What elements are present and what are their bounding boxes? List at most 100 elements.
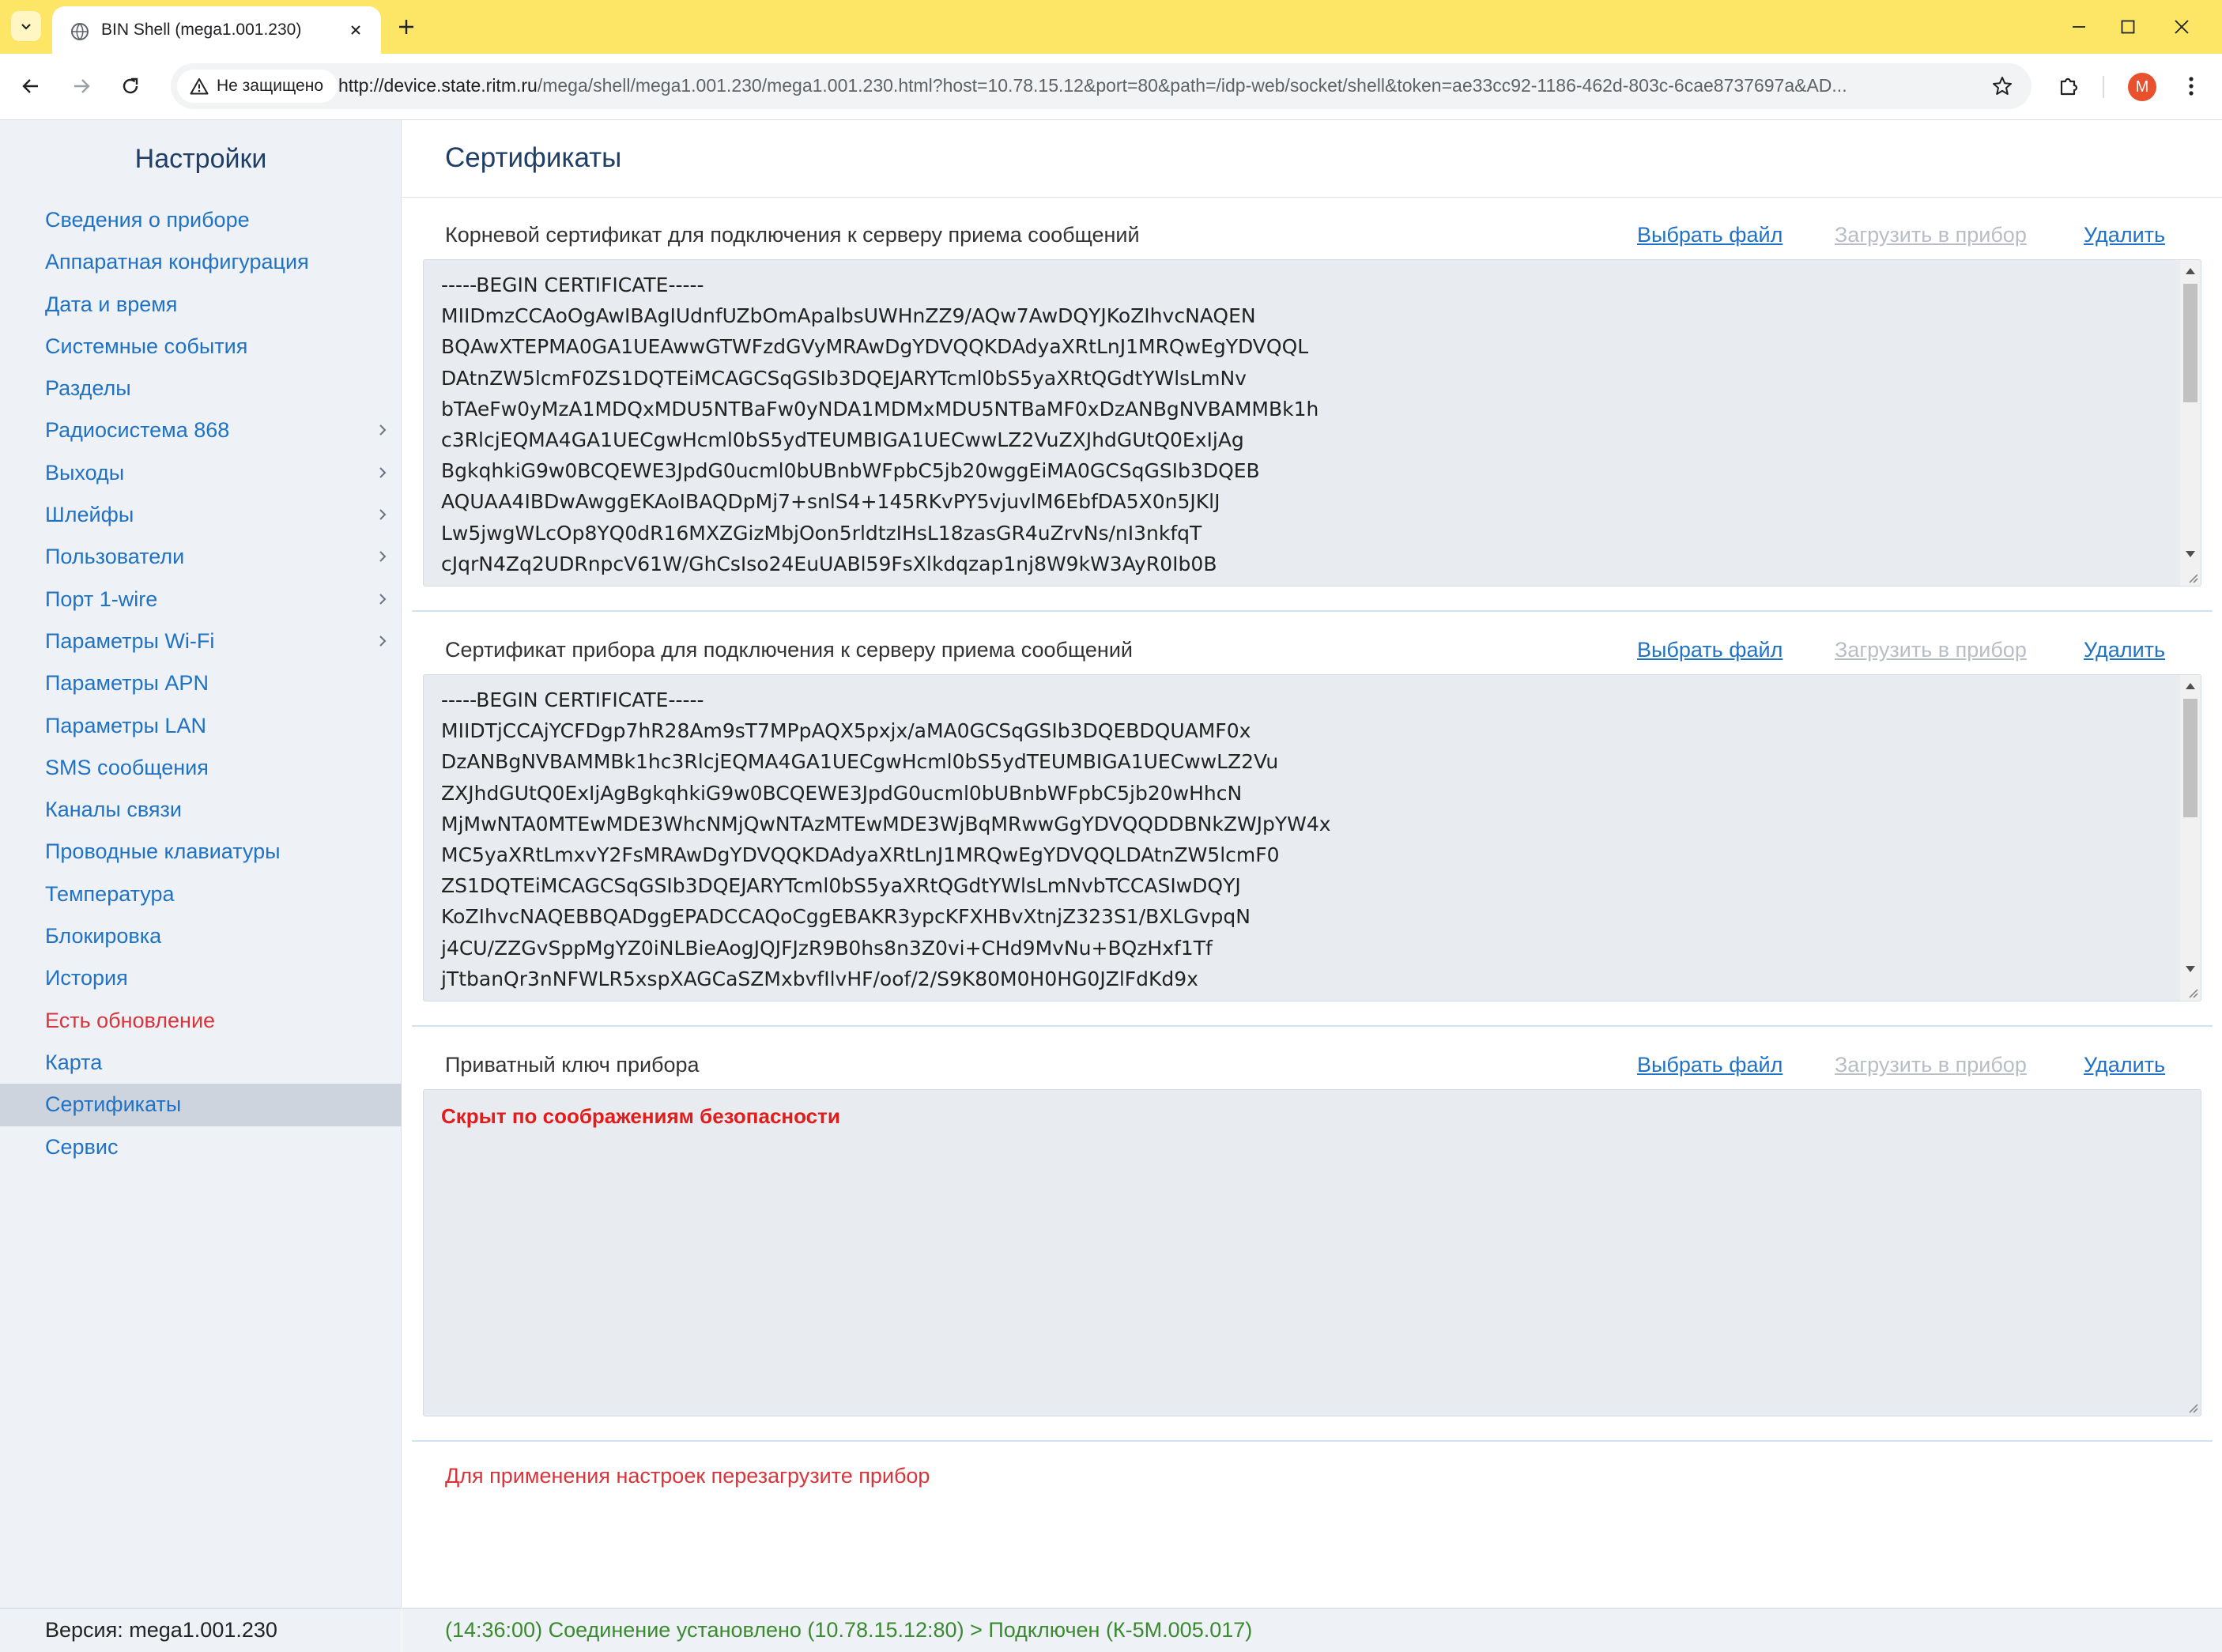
sidebar-item[interactable]: Сертификаты	[0, 1084, 402, 1126]
security-indicator[interactable]: Не защищено	[177, 70, 338, 103]
section-divider	[412, 1440, 2213, 1442]
sidebar-menu: Сведения о приборе Аппаратная конфигураци…	[0, 199, 402, 1168]
sidebar-item[interactable]: Температура	[0, 873, 402, 915]
tab-search-button[interactable]	[11, 11, 41, 41]
root-cert-delete-link[interactable]: Удалить	[2084, 223, 2165, 247]
sidebar-item[interactable]: Есть обновление	[0, 1000, 402, 1042]
tab-close-button[interactable]	[343, 17, 368, 43]
sidebar-item[interactable]: Пользователи	[0, 536, 402, 578]
sidebar-item[interactable]: Карта	[0, 1042, 402, 1084]
private-key-delete-link[interactable]: Удалить	[2084, 1053, 2165, 1077]
resize-grip-icon[interactable]	[2185, 985, 2199, 999]
sidebar-item-label: Выходы	[45, 460, 125, 485]
scroll-down-arrow-icon[interactable]	[2186, 551, 2195, 557]
sidebar-item[interactable]: Параметры LAN	[0, 705, 402, 747]
sidebar-item-label: Сервис	[45, 1134, 119, 1159]
sidebar-item[interactable]: Системные события	[0, 326, 402, 368]
sidebar-item-label: Параметры APN	[45, 671, 209, 696]
version-label: Версия: mega1.001.230	[45, 1618, 277, 1642]
minimize-button[interactable]	[2063, 11, 2095, 43]
back-button[interactable]	[14, 70, 47, 103]
more-vertical-icon	[2189, 77, 2194, 96]
connection-status: (14:36:00) Соединение установлено (10.78…	[445, 1618, 1253, 1642]
sidebar-item-label: История	[45, 966, 128, 990]
device-cert-scrollbar[interactable]	[2180, 675, 2201, 1001]
sidebar-item[interactable]: Шлейфы	[0, 494, 402, 536]
scroll-thumb[interactable]	[2183, 284, 2197, 402]
profile-avatar[interactable]: M	[2128, 73, 2156, 101]
device-cert-content: -----BEGIN CERTIFICATE----- MIIDTjCCAjYC…	[441, 688, 1331, 990]
chevron-down-icon	[21, 24, 31, 30]
address-bar[interactable]: Не защищено http://device.state.ritm.ru/…	[171, 63, 2031, 109]
sidebar-item[interactable]: Выходы	[0, 452, 402, 494]
private-key-choose-file-link[interactable]: Выбрать файл	[1637, 1053, 1783, 1077]
new-tab-button[interactable]	[392, 13, 421, 41]
browser-menu-button[interactable]	[2177, 70, 2205, 103]
private-key-upload-link[interactable]: Загрузить в прибор	[1835, 1053, 2027, 1077]
sidebar-item-label: Системные события	[45, 334, 248, 358]
sidebar-item[interactable]: Параметры Wi-Fi	[0, 620, 402, 662]
device-cert-textarea[interactable]: -----BEGIN CERTIFICATE----- MIIDTjCCAjYC…	[423, 674, 2201, 1001]
page-header: Сертификаты	[402, 120, 2222, 198]
private-key-textarea[interactable]: Скрыт по соображениям безопасности	[423, 1089, 2201, 1416]
url-host: http://device.state.ritm.ru	[338, 75, 538, 96]
scroll-down-arrow-icon[interactable]	[2186, 966, 2195, 972]
sidebar-item-label: Разделы	[45, 376, 131, 401]
sidebar-item[interactable]: Дата и время	[0, 284, 402, 326]
root-cert-choose-file-link[interactable]: Выбрать файл	[1637, 223, 1783, 247]
tab-title: BIN Shell (mega1.001.230)	[101, 21, 302, 39]
sidebar-item-label: Есть обновление	[45, 1008, 216, 1032]
maximize-button[interactable]	[2112, 11, 2144, 43]
root-cert-upload-link[interactable]: Загрузить в прибор	[1835, 223, 2027, 247]
chevron-right-icon	[379, 467, 387, 478]
sidebar-item[interactable]: Разделы	[0, 368, 402, 409]
sidebar-item-label: Проводные клавиатуры	[45, 839, 281, 864]
reboot-note: Для применения настроек перезагрузите пр…	[445, 1464, 930, 1488]
sidebar-item[interactable]: История	[0, 957, 402, 999]
scroll-up-arrow-icon[interactable]	[2186, 268, 2195, 274]
chevron-right-icon	[379, 593, 387, 605]
sidebar-item-label: Шлейфы	[45, 503, 134, 527]
star-icon	[1993, 77, 2012, 95]
root-cert-label: Корневой сертификат для подключения к се…	[445, 223, 1140, 247]
url-path: /mega/shell/mega1.001.230/mega1.001.230.…	[537, 75, 1847, 96]
sidebar-item[interactable]: Сервис	[0, 1126, 402, 1168]
sidebar-item[interactable]: Сведения о приборе	[0, 199, 402, 241]
sidebar-item-label: Каналы связи	[45, 798, 182, 822]
root-cert-content: -----BEGIN CERTIFICATE----- MIIDmzCCAoOg…	[441, 273, 1319, 575]
device-cert-choose-file-link[interactable]: Выбрать файл	[1637, 638, 1783, 662]
extensions-button[interactable]	[2052, 70, 2085, 103]
device-cert-delete-link[interactable]: Удалить	[2084, 638, 2165, 662]
section-divider	[412, 610, 2213, 612]
maximize-icon	[2121, 20, 2135, 34]
forward-button[interactable]	[65, 70, 98, 103]
sidebar-item[interactable]: Порт 1-wire	[0, 579, 402, 620]
sidebar-item[interactable]: Проводные клавиатуры	[0, 831, 402, 873]
sidebar-title: Настройки	[134, 144, 267, 174]
reload-button[interactable]	[114, 70, 147, 103]
sidebar-item[interactable]: Блокировка	[0, 915, 402, 957]
url-text[interactable]: http://device.state.ritm.ru/mega/shell/m…	[338, 75, 1919, 96]
close-icon	[351, 25, 360, 35]
bookmark-button[interactable]	[1989, 73, 2016, 100]
device-cert-label: Сертификат прибора для подключения к сер…	[445, 638, 1133, 662]
sidebar-item[interactable]: Аппаратная конфигурация	[0, 241, 402, 283]
scroll-up-arrow-icon[interactable]	[2186, 683, 2195, 689]
resize-grip-icon[interactable]	[2185, 1400, 2199, 1414]
arrow-right-icon	[74, 79, 90, 93]
device-cert-upload-link[interactable]: Загрузить в прибор	[1835, 638, 2027, 662]
settings-sidebar: Настройки Сведения о приборе Аппаратная к…	[0, 120, 402, 1652]
scroll-thumb[interactable]	[2183, 699, 2197, 817]
sidebar-footer: Версия: mega1.001.230	[0, 1608, 402, 1652]
resize-grip-icon[interactable]	[2185, 570, 2199, 584]
sidebar-item[interactable]: Каналы связи	[0, 789, 402, 831]
root-cert-textarea[interactable]: -----BEGIN CERTIFICATE----- MIIDmzCCAoOg…	[423, 259, 2201, 586]
browser-tab[interactable]: BIN Shell (mega1.001.230)	[52, 6, 381, 55]
sidebar-item[interactable]: Параметры APN	[0, 662, 402, 704]
sidebar-item-label: Аппаратная конфигурация	[45, 250, 309, 274]
sidebar-item[interactable]: SMS сообщения	[0, 747, 402, 789]
root-cert-scrollbar[interactable]	[2180, 260, 2201, 586]
sidebar-item[interactable]: Радиосистема 868	[0, 409, 402, 451]
chevron-right-icon	[379, 636, 387, 647]
window-close-button[interactable]	[2166, 11, 2197, 43]
